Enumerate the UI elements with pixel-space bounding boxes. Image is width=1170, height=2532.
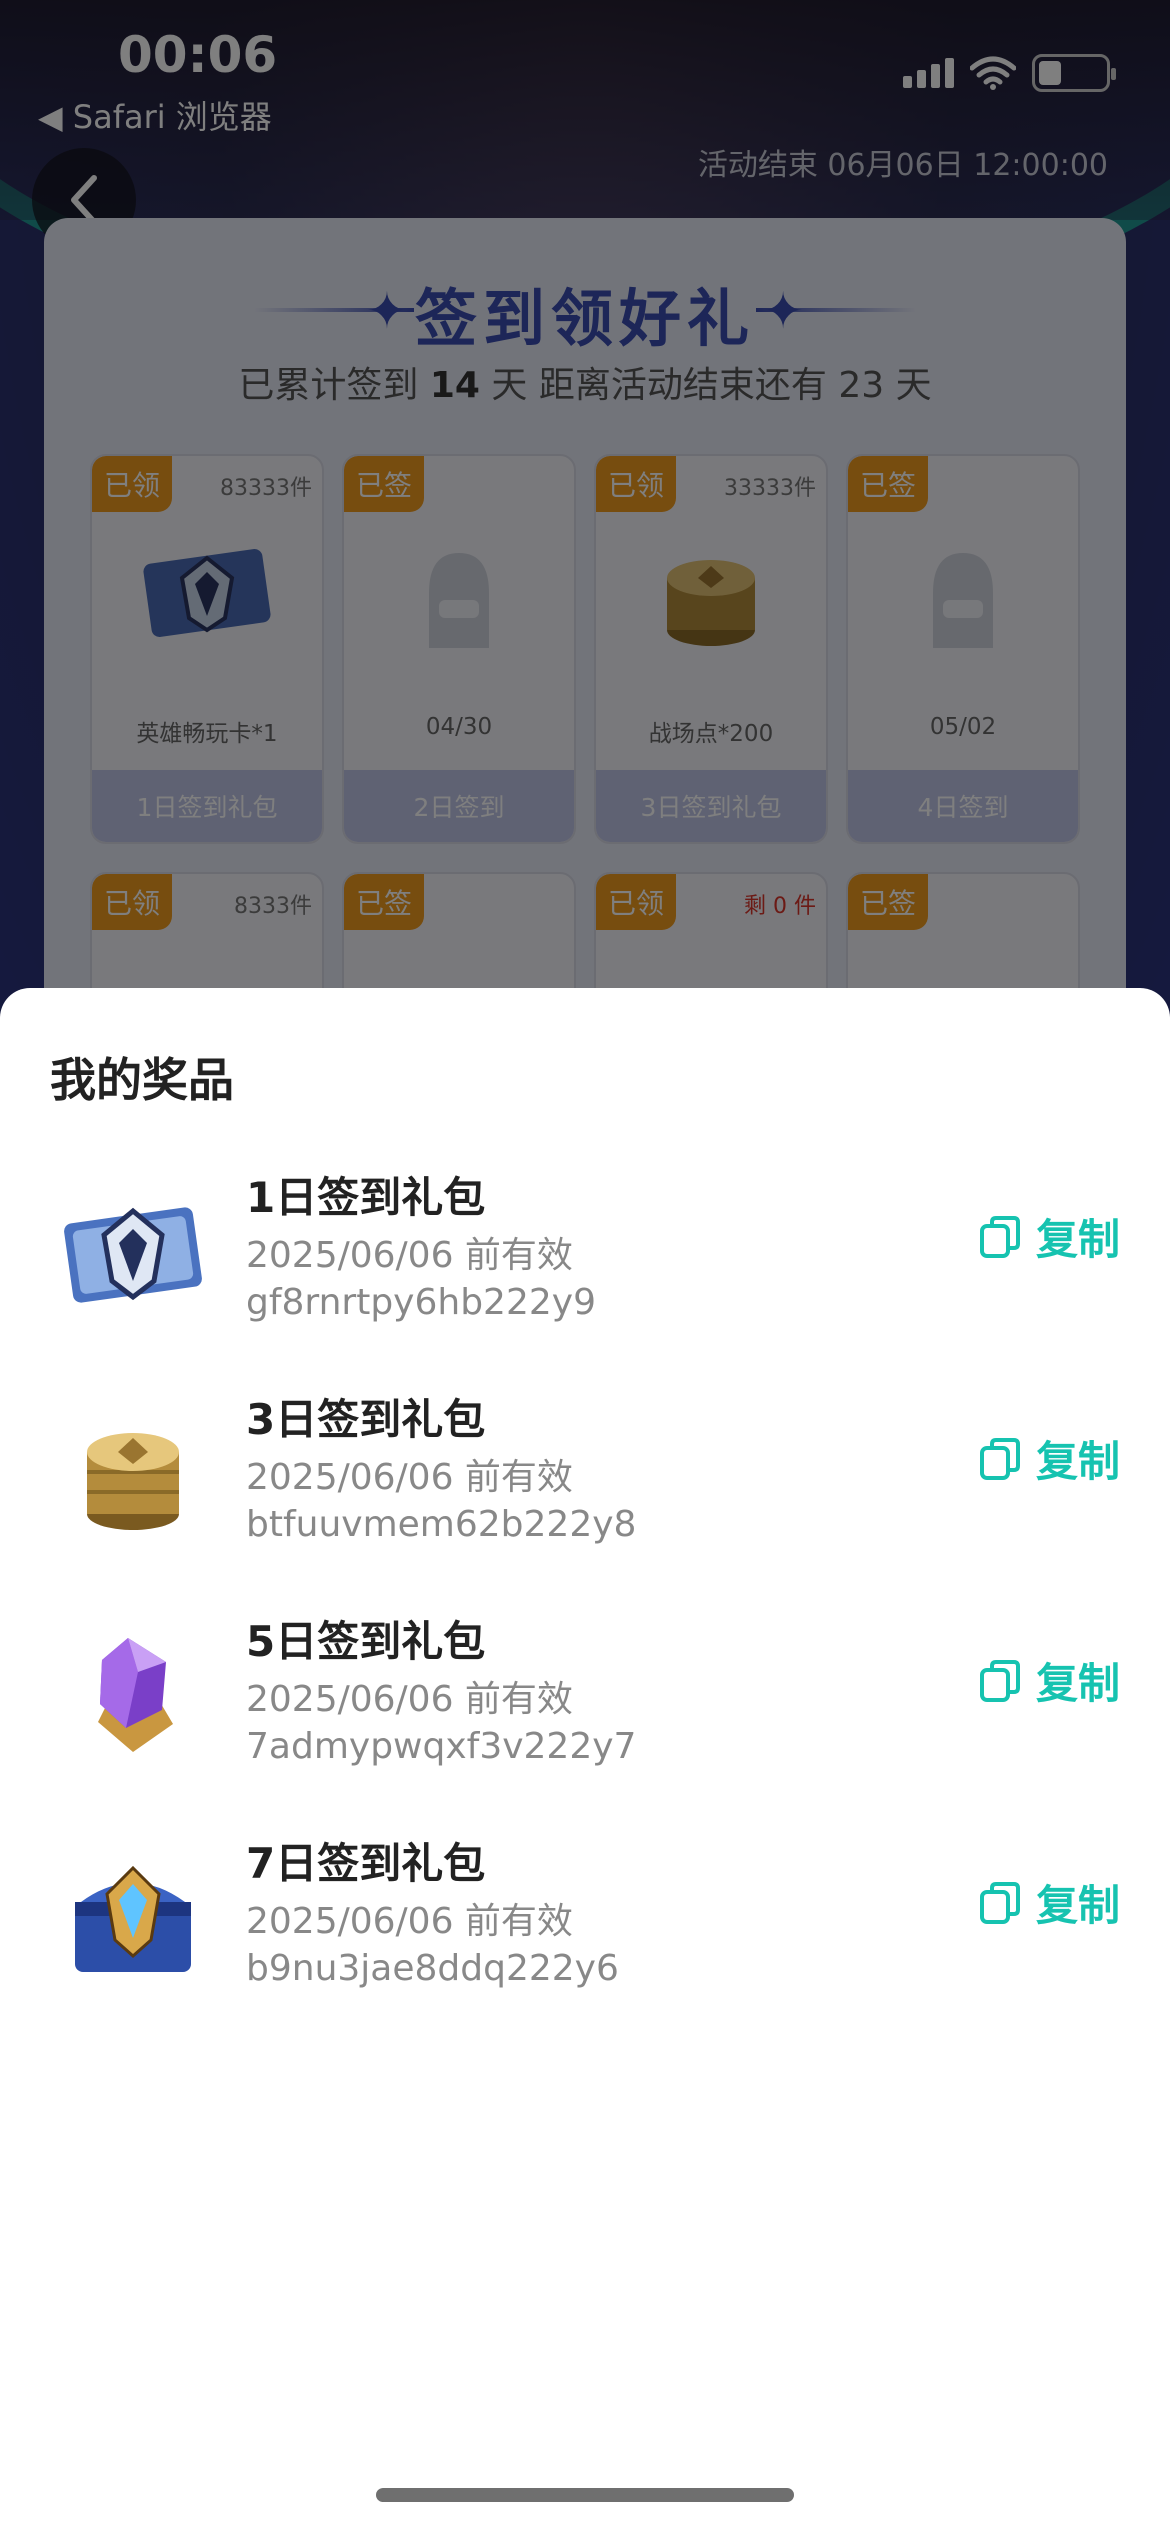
home-indicator[interactable] <box>376 2488 794 2502</box>
sheet-title: 我的奖品 <box>50 1053 234 1107</box>
modal-overlay[interactable] <box>0 0 1170 1100</box>
prize-code: btfuuvmem62b222y8 <box>246 1504 637 1545</box>
copy-button[interactable]: 复制 <box>978 1206 1120 1267</box>
prize-item: 5日签到礼包 2025/06/06 前有效 7admypwqxf3v222y7 … <box>0 1608 1170 1808</box>
prize-item: 3日签到礼包 2025/06/06 前有效 btfuuvmem62b222y8 … <box>0 1386 1170 1586</box>
prize-name: 7日签到礼包 <box>246 1839 486 1888</box>
prize-name: 1日签到礼包 <box>246 1173 486 1222</box>
copy-icon <box>979 1881 1020 1924</box>
copy-button[interactable]: 复制 <box>978 1872 1120 1933</box>
hero-card-icon <box>58 1178 208 1328</box>
prize-code: gf8rnrtpy6hb222y9 <box>246 1282 596 1323</box>
prize-validity: 2025/06/06 前有效 <box>246 1235 573 1276</box>
prize-code: b9nu3jae8ddq222y6 <box>246 1948 619 1989</box>
my-prizes-sheet: 我的奖品 1日签到礼包 2025/06/06 前有效 gf8rnrtpy6hb2… <box>0 988 1170 2532</box>
copy-icon <box>979 1659 1020 1702</box>
prize-name: 5日签到礼包 <box>246 1617 486 1666</box>
prize-validity: 2025/06/06 前有效 <box>246 1679 573 1720</box>
prize-item: 7日签到礼包 2025/06/06 前有效 b9nu3jae8ddq222y6 … <box>0 1830 1170 2030</box>
treasure-chest-icon <box>58 1844 208 1994</box>
copy-button[interactable]: 复制 <box>978 1650 1120 1711</box>
prize-validity: 2025/06/06 前有效 <box>246 1457 573 1498</box>
copy-icon <box>979 1215 1020 1258</box>
prize-name: 3日签到礼包 <box>246 1395 486 1444</box>
prize-validity: 2025/06/06 前有效 <box>246 1901 573 1942</box>
prize-code: 7admypwqxf3v222y7 <box>246 1726 637 1767</box>
copy-button[interactable]: 复制 <box>978 1428 1120 1489</box>
purple-crystal-icon <box>58 1622 208 1772</box>
prize-item: 1日签到礼包 2025/06/06 前有效 gf8rnrtpy6hb222y9 … <box>0 1164 1170 1364</box>
copy-icon <box>979 1437 1020 1480</box>
coin-stack-icon <box>58 1400 208 1550</box>
